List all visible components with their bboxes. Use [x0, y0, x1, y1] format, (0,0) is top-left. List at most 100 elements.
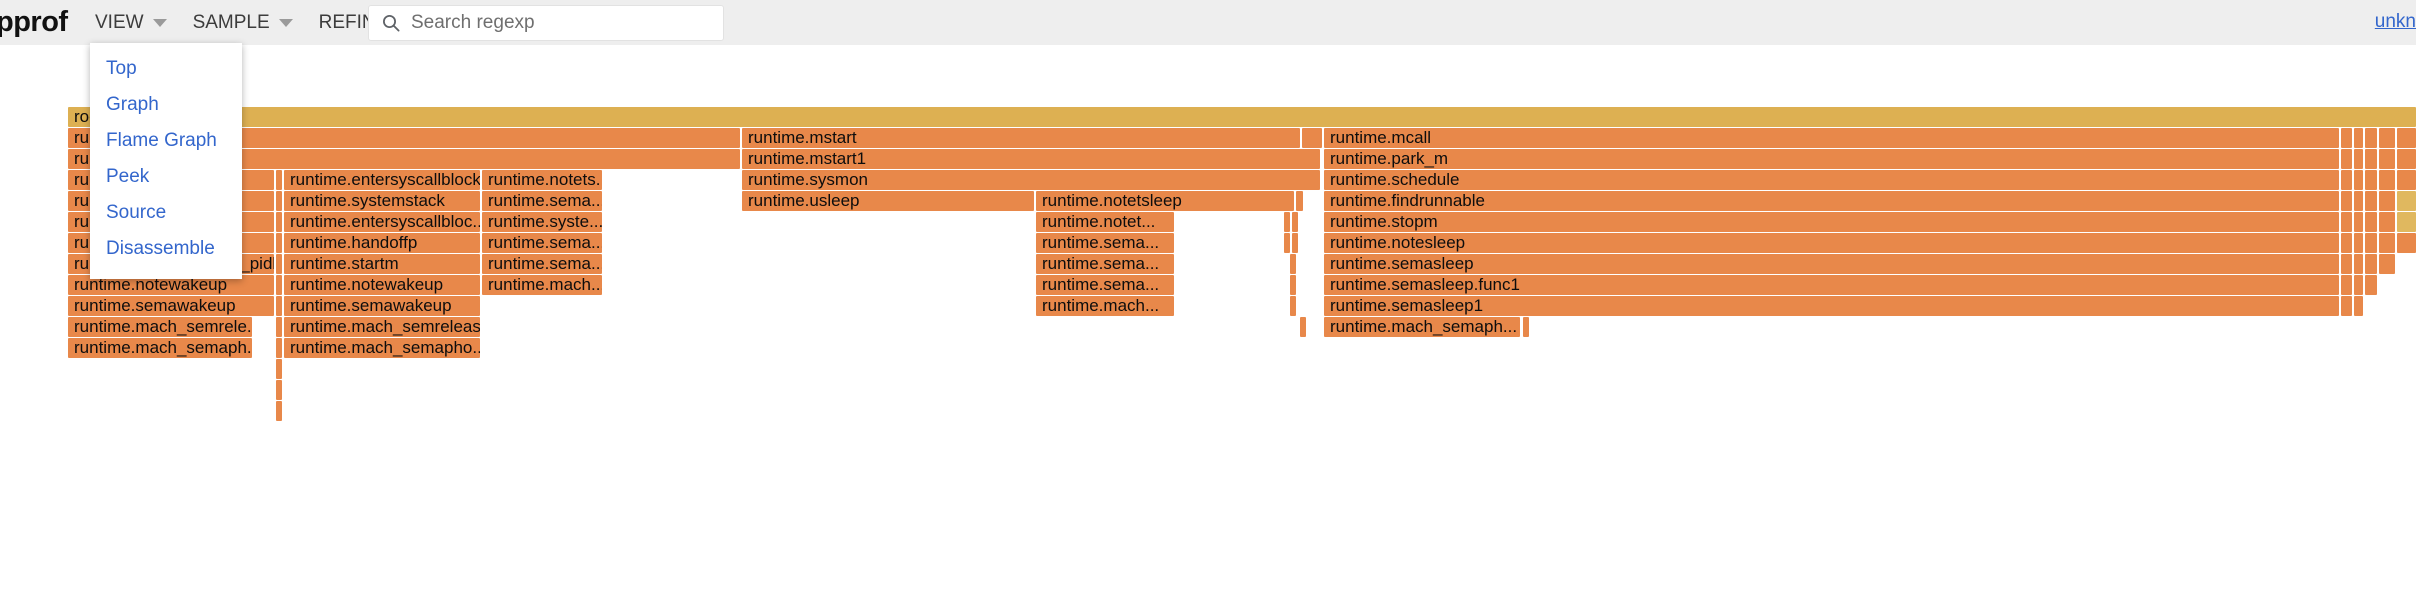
flame-frame[interactable] [1284, 212, 1290, 232]
flame-frame[interactable] [2365, 191, 2377, 211]
flame-frame[interactable] [2365, 149, 2377, 169]
flame-frame[interactable] [276, 275, 282, 295]
flame-frame[interactable] [2354, 296, 2363, 316]
search-box[interactable] [368, 5, 724, 41]
flame-frame[interactable]: runtime.semasleep1 [1324, 296, 2339, 316]
flame-frame[interactable] [2397, 128, 2416, 148]
flame-frame[interactable] [2341, 296, 2352, 316]
flame-frame[interactable] [2354, 212, 2363, 232]
flame-frame[interactable] [1523, 317, 1529, 337]
flame-frame[interactable] [2397, 191, 2416, 211]
flame-frame[interactable] [2354, 254, 2363, 274]
flame-frame[interactable] [276, 254, 282, 274]
flame-frame[interactable] [276, 317, 282, 337]
flame-frame[interactable] [1290, 254, 1296, 274]
flame-frame[interactable] [2341, 128, 2352, 148]
flame-frame[interactable]: runtime.semasleep [1324, 254, 2339, 274]
flame-frame[interactable] [276, 296, 282, 316]
flame-frame[interactable] [2354, 191, 2363, 211]
flame-frame[interactable]: runtime.mcall [1324, 128, 2339, 148]
flame-frame[interactable] [1290, 296, 1296, 316]
flame-frame[interactable] [2365, 233, 2377, 253]
flame-frame[interactable] [2379, 233, 2395, 253]
flame-frame[interactable] [2379, 254, 2395, 274]
search-input[interactable] [411, 12, 711, 34]
flame-frame[interactable] [276, 233, 282, 253]
flame-frame[interactable] [2365, 275, 2377, 295]
menu-item-peek[interactable]: Peek [90, 159, 242, 195]
flame-frame[interactable] [2379, 212, 2395, 232]
menu-view[interactable]: VIEW [82, 0, 180, 45]
menu-item-disassemble[interactable]: Disassemble [90, 231, 242, 267]
unknown-link[interactable]: unkn [2375, 11, 2416, 33]
flame-frame[interactable]: runtime.mach... [1036, 296, 1174, 316]
flame-frame[interactable]: runtime.semasleep.func1 [1324, 275, 2339, 295]
menu-item-flame-graph[interactable]: Flame Graph [90, 123, 242, 159]
flame-frame[interactable] [2365, 170, 2377, 190]
menu-item-graph[interactable]: Graph [90, 87, 242, 123]
flame-frame[interactable] [2365, 128, 2377, 148]
flame-frame[interactable]: runtime.sema... [1036, 233, 1174, 253]
flame-frame[interactable] [276, 401, 282, 421]
flame-frame[interactable]: runtime.syste... [482, 212, 602, 232]
flame-frame[interactable]: runtime.systemstack [284, 191, 480, 211]
flame-frame[interactable] [1302, 128, 1322, 148]
menu-sample[interactable]: SAMPLE [180, 0, 306, 45]
flame-frame[interactable]: runtime.findrunnable [1324, 191, 2339, 211]
flame-frame[interactable] [2341, 275, 2352, 295]
flame-frame[interactable]: runtime.usleep [742, 191, 1034, 211]
flame-frame[interactable]: runtime.sema... [482, 254, 602, 274]
flame-frame[interactable] [2354, 149, 2363, 169]
menu-item-source[interactable]: Source [90, 195, 242, 231]
flame-frame[interactable] [1284, 233, 1290, 253]
flame-frame[interactable] [2341, 212, 2352, 232]
flame-frame[interactable] [2397, 212, 2416, 232]
flame-frame[interactable]: runtime.notetsleep [1036, 191, 1294, 211]
flame-frame[interactable] [2365, 254, 2377, 274]
flame-frame[interactable]: runtime.semawakeup [68, 296, 274, 316]
flame-frame[interactable]: runtime.entersyscallbloc... [284, 212, 480, 232]
flame-frame[interactable]: runtime.notewakeup [284, 275, 480, 295]
flame-frame[interactable]: runtime.notesleep [1324, 233, 2339, 253]
flame-frame[interactable]: runtime.stopm [1324, 212, 2339, 232]
flame-frame[interactable] [2341, 149, 2352, 169]
flame-frame[interactable] [276, 170, 282, 190]
flame-frame[interactable] [2379, 149, 2395, 169]
flame-frame[interactable]: runtime.mach_semapho... [284, 338, 480, 358]
flame-frame[interactable]: runtime.sysmon [742, 170, 1320, 190]
flame-frame[interactable] [1296, 191, 1303, 211]
flame-frame[interactable] [1290, 275, 1296, 295]
flame-frame[interactable]: runtime.notet... [1036, 212, 1174, 232]
flame-frame[interactable]: runtime.mach_semrele... [68, 317, 252, 337]
flame-frame[interactable] [2354, 170, 2363, 190]
flame-frame[interactable]: runtime.park_m [1324, 149, 2339, 169]
flame-frame[interactable] [1300, 317, 1306, 337]
flame-frame[interactable]: runtime.entersyscallblock [284, 170, 480, 190]
flame-frame[interactable]: runtime.mstart1 [742, 149, 1320, 169]
flame-frame[interactable] [2379, 128, 2395, 148]
flame-frame[interactable] [2341, 233, 2352, 253]
flame-frame[interactable]: runtime.semawakeup [284, 296, 480, 316]
flame-frame[interactable]: runtime.mach... [482, 275, 602, 295]
flame-frame[interactable]: runtime.sema... [1036, 254, 1174, 274]
flame-frame[interactable] [2354, 128, 2363, 148]
flame-frame[interactable]: root [68, 107, 2416, 127]
flame-frame[interactable] [2397, 170, 2416, 190]
flame-frame[interactable] [2341, 191, 2352, 211]
flame-frame[interactable] [2341, 254, 2352, 274]
flame-frame[interactable] [276, 212, 282, 232]
flame-frame[interactable]: runtime.handoffp [284, 233, 480, 253]
flame-frame[interactable]: runtime.startm [284, 254, 480, 274]
flame-frame[interactable] [2397, 149, 2416, 169]
flame-frame[interactable] [2379, 191, 2395, 211]
flame-frame[interactable] [1292, 233, 1298, 253]
flame-frame[interactable] [276, 338, 282, 358]
flame-frame[interactable] [276, 359, 282, 379]
flame-frame[interactable]: runtime.schedule [1324, 170, 2339, 190]
flame-frame[interactable] [2354, 233, 2363, 253]
flame-frame[interactable]: runtime.mach_semaph... [1324, 317, 1520, 337]
flame-frame[interactable]: runtime.notets... [482, 170, 602, 190]
flame-frame[interactable] [276, 191, 282, 211]
flame-frame[interactable] [2379, 170, 2395, 190]
flame-frame[interactable]: runtime.mach_semrelease [284, 317, 480, 337]
